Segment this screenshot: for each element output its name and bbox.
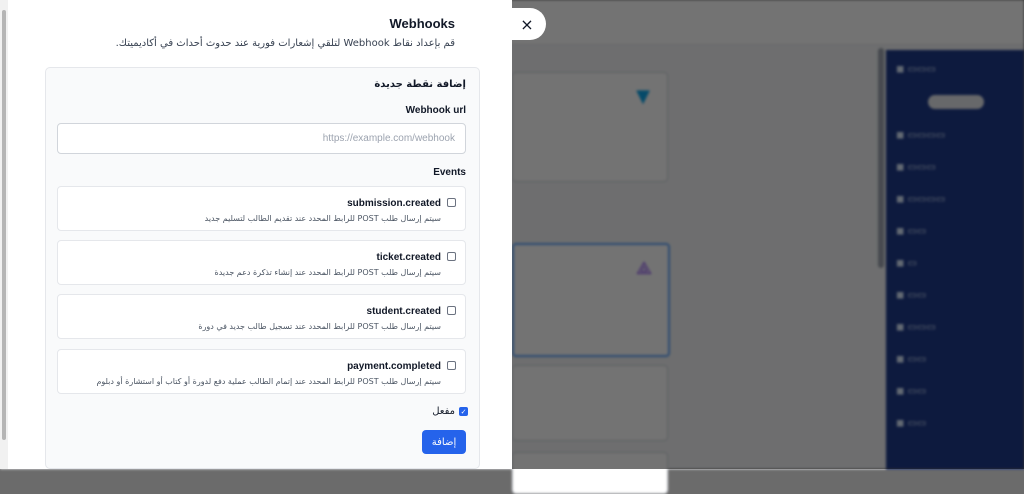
enabled-toggle-row[interactable]: ✓ مفعل xyxy=(432,406,468,417)
event-description: سيتم إرسال طلب POST للرابط المحدد عند إن… xyxy=(214,268,442,277)
event-name: submission.created xyxy=(347,198,441,209)
close-button[interactable]: × xyxy=(508,8,546,40)
add-endpoint-form: إضافة نقطة جديدة Webhook url Events subm… xyxy=(45,67,480,469)
event-item[interactable]: ticket.created سيتم إرسال طلب POST للراب… xyxy=(57,240,466,285)
modal-title: Webhooks xyxy=(389,16,456,31)
event-checkbox[interactable] xyxy=(447,252,456,261)
event-name: payment.completed xyxy=(347,361,441,372)
close-icon: × xyxy=(520,14,534,34)
event-description: سيتم إرسال طلب POST للرابط المحدد عند تس… xyxy=(198,322,441,331)
event-name: ticket.created xyxy=(376,252,441,263)
enabled-checkbox[interactable]: ✓ xyxy=(459,407,468,416)
event-checkbox[interactable] xyxy=(447,306,456,315)
events-label: Events xyxy=(433,167,466,178)
event-item[interactable]: payment.completed سيتم إرسال طلب POST لل… xyxy=(57,349,466,394)
webhook-url-label: Webhook url xyxy=(405,105,466,116)
event-description: سيتم إرسال طلب POST للرابط المحدد عند تق… xyxy=(204,214,441,223)
event-item[interactable]: submission.created سيتم إرسال طلب POST ل… xyxy=(57,186,466,231)
event-description: سيتم إرسال طلب POST للرابط المحدد عند إت… xyxy=(96,377,441,386)
modal-subtitle: قم بإعداد نقاط Webhook لتلقي إشعارات فور… xyxy=(115,38,455,49)
event-checkbox[interactable] xyxy=(447,361,456,370)
scrollbar-thumb[interactable] xyxy=(2,10,6,440)
event-name: student.created xyxy=(366,306,441,317)
event-item[interactable]: student.created سيتم إرسال طلب POST للرا… xyxy=(57,294,466,339)
modal-scrollbar[interactable] xyxy=(0,0,8,469)
webhooks-modal: Webhooks قم بإعداد نقاط Webhook لتلقي إش… xyxy=(0,0,512,469)
event-checkbox[interactable] xyxy=(447,198,456,207)
add-button[interactable]: إضافة xyxy=(422,430,466,454)
enabled-label: مفعل xyxy=(432,406,455,417)
webhook-url-input[interactable] xyxy=(57,123,466,154)
section-title: إضافة نقطة جديدة xyxy=(374,79,466,90)
